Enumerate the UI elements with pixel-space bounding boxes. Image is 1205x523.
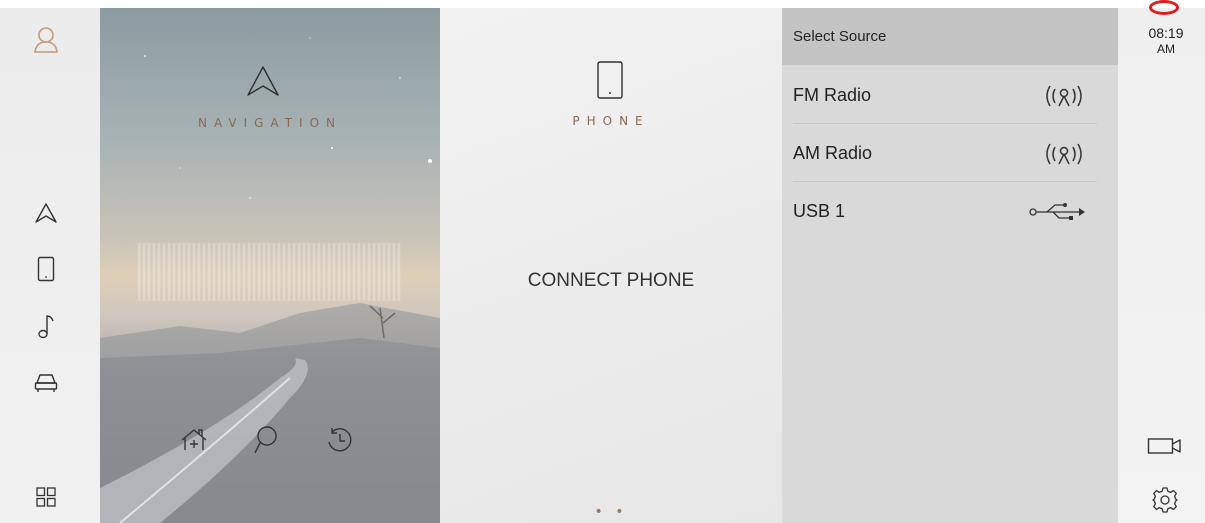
apps-button[interactable] [25,478,67,516]
phone-title-icon [596,60,624,104]
clock: 08:19 AM [1138,26,1194,55]
select-source-header[interactable]: Select Source [782,8,1118,65]
radio-wave-icon [1041,82,1087,114]
phone-shortcut-button[interactable] [25,250,67,288]
source-item-label: AM Radio [793,143,873,163]
phone-tile[interactable]: PHONE CONNECT PHONE • • • [440,8,782,523]
search-button[interactable] [248,423,284,457]
connect-phone-button[interactable]: CONNECT PHONE [440,270,782,292]
usb-icon [1029,202,1087,226]
profile-button[interactable] [25,20,67,58]
page-indicator[interactable]: • • • [586,504,636,523]
navigation-title: NAVIGATION [197,116,343,130]
camera-icon [1147,438,1181,454]
select-source-panel: Select Source FM Radio AM Radio USB 1 [782,8,1118,523]
clock-ampm: AM [1157,42,1175,56]
search-icon [254,426,277,454]
recent-history-button[interactable] [322,423,358,457]
phone-title: PHONE [572,114,650,128]
source-item-label: USB 1 [793,201,846,221]
gear-icon [1152,487,1178,513]
left-rail [0,8,100,523]
record-indicator [1149,0,1179,15]
source-item-fm-radio[interactable]: FM Radio [793,66,1097,124]
source-item-label: FM Radio [793,85,872,105]
history-icon [328,428,352,452]
source-item-am-radio[interactable]: AM Radio [793,124,1097,182]
car-icon [34,374,58,392]
nav-shortcut-button[interactable] [25,194,67,232]
profile-icon [34,27,58,53]
source-item-usb-1[interactable]: USB 1 [793,182,1097,239]
home-add-icon [181,429,207,450]
add-home-button[interactable] [176,423,212,457]
clock-time: 08:19 [1148,25,1184,41]
apps-grid-icon [36,487,56,507]
phone-icon [37,256,55,282]
camera-button[interactable] [1145,428,1185,464]
vehicle-shortcut-button[interactable] [25,364,67,402]
radio-wave-icon [1041,140,1087,172]
settings-button[interactable] [1145,482,1185,518]
navigation-tile[interactable]: NAVIGATION [100,8,440,523]
music-note-icon [38,315,54,339]
select-source-title: Select Source [793,28,887,45]
navigation-title-icon [246,65,280,101]
navigation-arrow-icon [35,203,57,223]
infotainment-screen: NAVIGATION PHONE CONNECT PHONE • • Selec… [0,8,1205,523]
media-shortcut-button[interactable] [25,308,67,346]
blurred-destination-bar [138,243,400,301]
